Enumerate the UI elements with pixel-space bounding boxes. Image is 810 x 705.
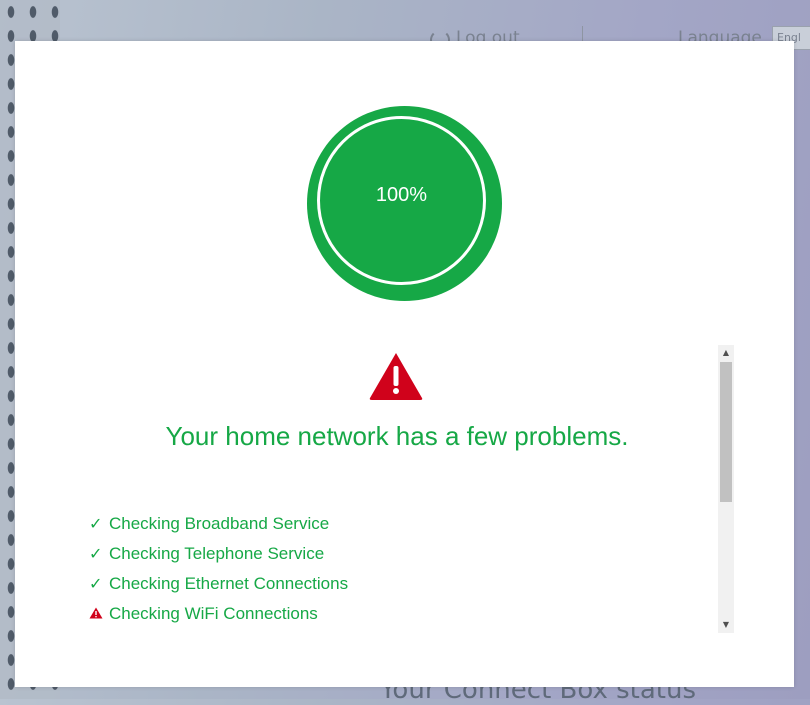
- result-message: Your home network has a few problems.: [165, 421, 629, 451]
- results-scroll-area[interactable]: Your home network has a few problems. ✓ …: [15, 346, 734, 636]
- scroll-down-arrow-icon[interactable]: ▼: [718, 617, 734, 633]
- results-scrollbar[interactable]: ▲ ▼: [718, 345, 734, 633]
- checkmark-icon: ✓: [89, 576, 103, 593]
- checkmark-icon: ✓: [89, 546, 103, 563]
- check-item-label: Checking Ethernet Connections: [109, 574, 349, 593]
- check-item-label: Checking WiFi Connections: [109, 604, 318, 623]
- warning-icon: [89, 604, 109, 624]
- check-item: Checking WiFi Connections: [89, 599, 348, 629]
- check-item-label: Checking Telephone Service: [109, 544, 325, 563]
- warning-triangle-icon: [369, 353, 423, 400]
- scrollbar-thumb[interactable]: [720, 362, 732, 502]
- diagnostics-dialog: 100% Your home network has a few problem…: [15, 41, 794, 687]
- progress-circle: 100%: [307, 106, 502, 301]
- progress-circle-inner: 100%: [317, 116, 486, 285]
- check-item: ✓ Checking Telephone Service: [89, 539, 348, 569]
- check-list: ✓ Checking Broadband Service ✓ Checking …: [89, 509, 348, 629]
- check-item: ✓ Checking Broadband Service: [89, 509, 348, 539]
- checkmark-icon: ✓: [89, 516, 103, 533]
- scroll-up-arrow-icon[interactable]: ▲: [718, 345, 734, 361]
- progress-percent: 100%: [375, 184, 428, 206]
- check-item-label: Checking Broadband Service: [109, 514, 330, 533]
- check-item: ✓ Checking Ethernet Connections: [89, 569, 348, 599]
